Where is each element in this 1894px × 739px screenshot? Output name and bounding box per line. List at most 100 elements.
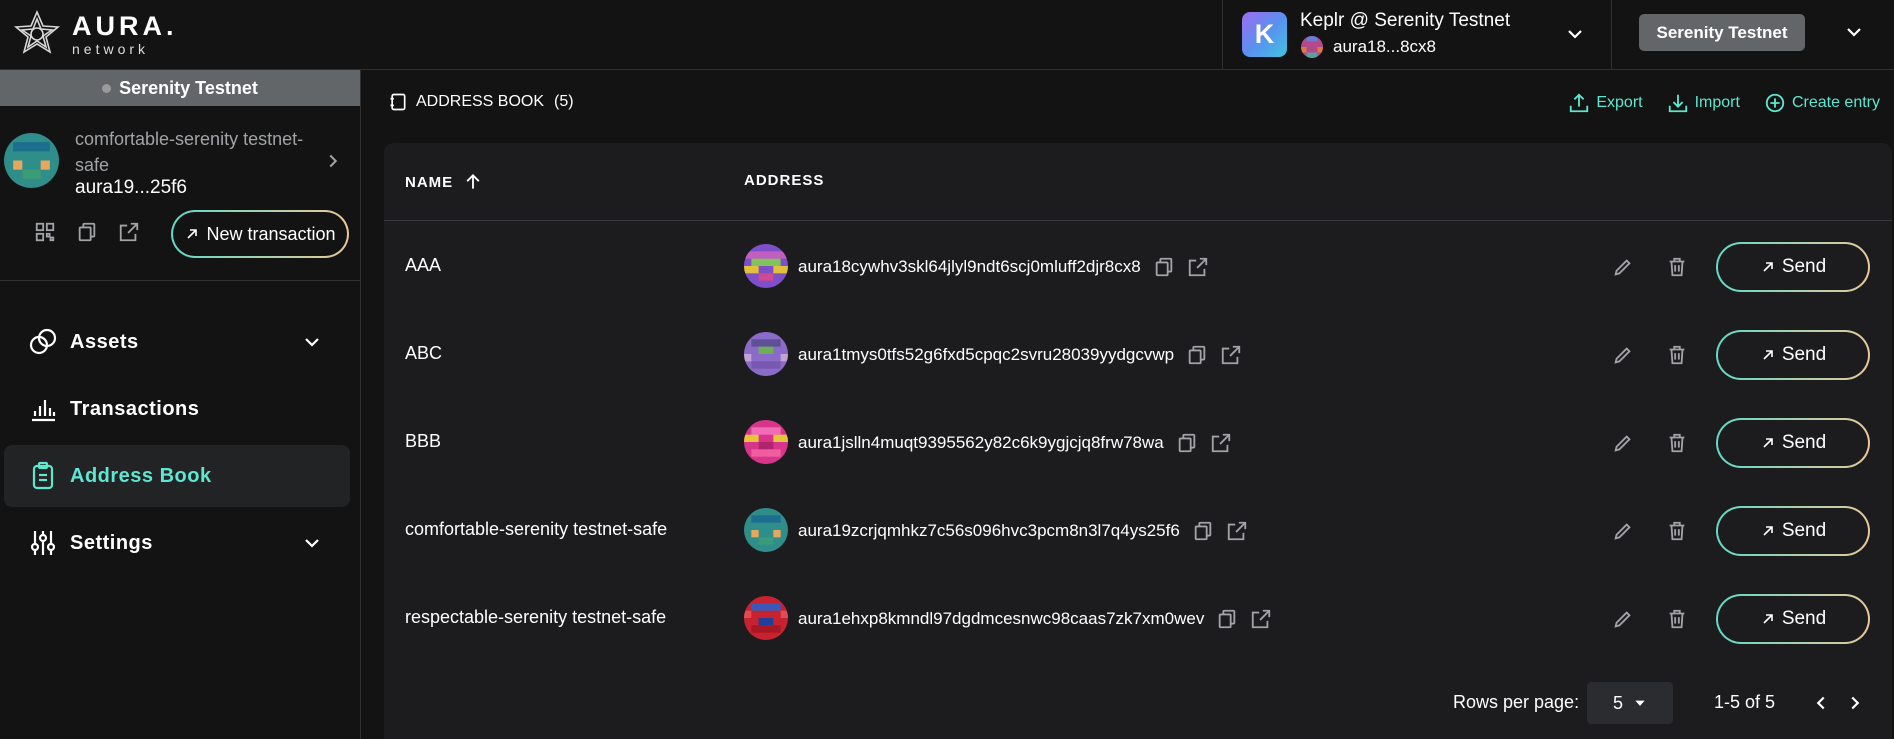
external-link-icon[interactable] (1187, 256, 1209, 278)
import-label: Import (1694, 94, 1740, 111)
sidebar-item-label: Address Book (70, 464, 212, 487)
upload-icon (1570, 93, 1589, 113)
send-button[interactable]: Send (1716, 242, 1870, 292)
logo-title: AURA. (72, 10, 178, 41)
rows-per-page-select[interactable]: 5 (1587, 682, 1673, 724)
wallet-selector[interactable]: K Keplr @ Serenity Testnet aura18...8cx8 (1222, 0, 1612, 70)
logo-subtitle: network (72, 40, 150, 57)
qr-code-icon[interactable] (34, 221, 56, 243)
copy-icon[interactable] (1153, 256, 1175, 278)
copy-icon[interactable] (76, 221, 98, 243)
sidebar-item-address-book[interactable]: Address Book (4, 445, 350, 507)
address-text: aura18cywhv3skl64jlyl9ndt6scj0mluff2djr8… (798, 257, 1141, 276)
safe-avatar[interactable] (4, 133, 59, 188)
send-label: Send (1781, 256, 1827, 277)
column-header-name-label: NAME (405, 173, 454, 191)
sidebar: Serenity Testnet comfortable-serenity te… (0, 70, 361, 739)
page-title: ADDRESS BOOK (5) (388, 92, 574, 112)
chevron-down-icon (305, 338, 319, 347)
new-transaction-button[interactable]: New transaction (171, 210, 349, 258)
copy-icon[interactable] (1192, 520, 1214, 542)
row-avatar (744, 244, 788, 288)
external-link-icon[interactable] (118, 221, 140, 243)
sidebar-item-label: Transactions (70, 397, 200, 420)
column-header-name[interactable]: NAME (405, 172, 483, 192)
copy-icon[interactable] (1176, 432, 1198, 454)
row-avatar (744, 332, 788, 376)
chevron-right-icon[interactable] (322, 150, 344, 172)
table-row-address: aura1tmys0tfs52g6fxd5cpqc2svru28039yydgc… (798, 344, 1242, 366)
sidebar-item-label: Assets (70, 330, 139, 353)
address-text: aura1ehxp8kmndl97dgdmcesnwc98caas7zk7xm0… (798, 609, 1205, 628)
arrow-up-right-icon (1763, 350, 1773, 360)
trash-icon[interactable] (1666, 344, 1688, 366)
send-button[interactable]: Send (1716, 594, 1870, 644)
chevron-left-icon[interactable] (1810, 692, 1832, 714)
address-text: aura1tmys0tfs52g6fxd5cpqc2svru28039yydgc… (798, 345, 1175, 364)
row-avatar (744, 420, 788, 464)
copy-icon[interactable] (1186, 344, 1208, 366)
external-link-icon[interactable] (1210, 432, 1232, 454)
row-avatar (744, 596, 788, 640)
address-text: aura1jslln4muqt9395562y82c6k9ygjcjq8frw7… (798, 433, 1164, 452)
sidebar-item-label: Settings (70, 531, 153, 554)
download-icon (1668, 94, 1687, 113)
send-button[interactable]: Send (1716, 330, 1870, 380)
external-link-icon[interactable] (1226, 520, 1248, 542)
trash-icon[interactable] (1666, 256, 1688, 278)
sliders-icon (30, 531, 56, 555)
arrow-up-right-icon (1763, 262, 1773, 272)
network-button[interactable]: Serenity Testnet (1639, 14, 1805, 51)
page-actions: Export Import Create entry (1568, 92, 1880, 114)
status-dot (102, 83, 112, 93)
safe-name: comfortable-serenity testnet-safe (75, 129, 304, 175)
table-row-address: aura1jslln4muqt9395562y82c6k9ygjcjq8frw7… (798, 432, 1232, 454)
arrow-up-right-icon (1763, 526, 1773, 536)
new-transaction-label: New transaction (206, 223, 336, 244)
edit-icon[interactable] (1612, 432, 1634, 454)
chevron-right-icon[interactable] (1844, 692, 1866, 714)
chevron-down-icon[interactable] (1563, 22, 1587, 46)
external-link-icon[interactable] (1250, 608, 1272, 630)
top-bar: AURA. network K Keplr @ Serenity Testnet… (0, 0, 1894, 70)
create-entry-button[interactable]: Create entry (1764, 92, 1880, 114)
copy-icon[interactable] (1216, 608, 1238, 630)
chevron-down-icon (305, 539, 319, 548)
table-row-name: comfortable-serenity testnet-safe (405, 519, 668, 539)
sidebar-item-transactions[interactable]: Transactions (4, 378, 350, 440)
create-entry-label: Create entry (1791, 94, 1880, 111)
send-label: Send (1781, 344, 1827, 365)
export-button[interactable]: Export (1568, 92, 1643, 114)
edit-icon[interactable] (1612, 256, 1634, 278)
wallet-address: aura18...8cx8 (1333, 37, 1437, 56)
external-link-icon[interactable] (1220, 344, 1242, 366)
table-row-name: BBB (405, 431, 442, 451)
send-label: Send (1781, 608, 1827, 629)
sidebar-item-assets[interactable]: Assets (4, 311, 350, 373)
aura-logo[interactable]: AURA. network (12, 9, 178, 59)
edit-icon[interactable] (1612, 520, 1634, 542)
network-label: Serenity Testnet (0, 70, 360, 106)
table-row-address: aura1ehxp8kmndl97dgdmcesnwc98caas7zk7xm0… (798, 608, 1272, 630)
send-label: Send (1781, 432, 1827, 453)
edit-icon[interactable] (1612, 608, 1634, 630)
trash-icon[interactable] (1666, 520, 1688, 542)
clipboard-icon (32, 461, 54, 490)
column-header-address: ADDRESS (744, 172, 825, 189)
book-icon (390, 93, 406, 111)
page-title-text: ADDRESS BOOK (416, 93, 545, 110)
send-button[interactable]: Send (1716, 418, 1870, 468)
table-row-name: ABC (405, 343, 443, 363)
safe-actions (34, 221, 140, 243)
sidebar-item-settings[interactable]: Settings (4, 512, 350, 574)
import-button[interactable]: Import (1667, 92, 1740, 114)
send-button[interactable]: Send (1716, 506, 1870, 556)
edit-icon[interactable] (1612, 344, 1634, 366)
chevron-down-icon[interactable] (1842, 20, 1866, 44)
trash-icon[interactable] (1666, 432, 1688, 454)
trash-icon[interactable] (1666, 608, 1688, 630)
arrow-up-right-icon (187, 229, 198, 239)
table-row-name: AAA (405, 255, 442, 275)
table-row-address: aura19zcrjqmhkz7c56s096hvc3pcm8n3l7q4ys2… (798, 520, 1248, 542)
pagination-range: 1-5 of 5 (1714, 692, 1776, 712)
